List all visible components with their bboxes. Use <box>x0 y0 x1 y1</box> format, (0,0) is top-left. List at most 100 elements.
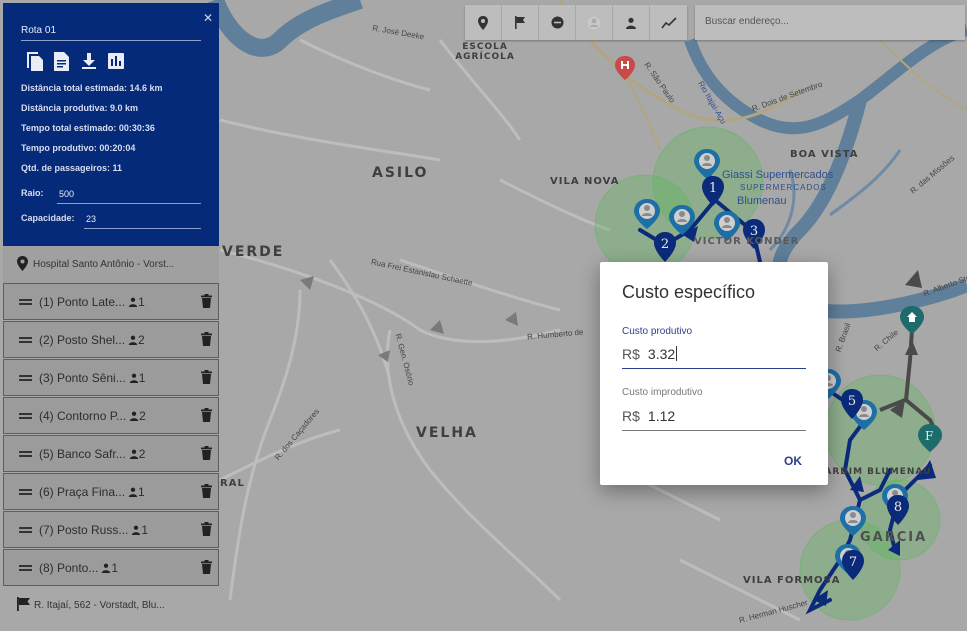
stop-item[interactable]: (8) Ponto... 1 <box>3 549 219 586</box>
passenger-count: 2 <box>128 333 145 347</box>
map-pin-icon <box>17 255 28 274</box>
stop-item[interactable]: (3) Ponto Sêni... 1 <box>3 359 219 396</box>
passenger-count: 2 <box>129 409 146 423</box>
route-stop-marker[interactable]: 7 <box>841 550 865 580</box>
drag-handle-icon[interactable] <box>19 487 32 497</box>
passenger-count-value: 1 <box>141 522 149 537</box>
drag-handle-icon[interactable] <box>19 297 32 307</box>
capacidade-input[interactable]: 23 <box>84 214 201 229</box>
ok-button[interactable]: OK <box>784 454 802 468</box>
currency-label: R$ <box>622 408 640 424</box>
stat-passenger-count: Qtd. de passageiros: 11 <box>21 163 123 173</box>
person-icon <box>130 411 139 421</box>
productive-cost-label: Custo produtivo <box>622 326 693 337</box>
passenger-count-value: 2 <box>138 446 146 461</box>
stop-label: (7) Posto Russ... <box>39 522 129 537</box>
drag-handle-icon[interactable] <box>19 373 32 383</box>
place-label: VERDE <box>222 244 285 260</box>
flag-icon <box>17 597 30 614</box>
route-stop-number: 7 <box>848 555 858 570</box>
productive-cost-input[interactable]: R$ 3.32 <box>622 346 806 369</box>
raio-label: Raio: <box>21 188 44 198</box>
address-search-input[interactable]: Buscar endereço... <box>695 5 965 40</box>
trend-line-icon[interactable] <box>650 5 687 40</box>
map-toolbar <box>465 5 687 40</box>
trash-icon[interactable] <box>201 370 212 387</box>
trash-icon[interactable] <box>201 522 212 539</box>
drag-handle-icon[interactable] <box>19 449 32 459</box>
stop-item[interactable]: (4) Contorno P... 2 <box>3 397 219 434</box>
finish-marker-label: F <box>925 429 934 443</box>
stop-item[interactable]: (1) Ponto Late... 1 <box>3 283 219 320</box>
unproductive-cost-value: 1.12 <box>647 408 676 424</box>
place-label: VICTOR KONDER <box>694 236 800 247</box>
route-stop-marker[interactable]: 2 <box>653 232 677 262</box>
destination-item[interactable]: R. Itajaí, 562 - Vorstadt, Blu... <box>3 587 219 624</box>
route-name-input[interactable]: Rota 01 <box>21 25 201 41</box>
passenger-count: 1 <box>101 561 118 575</box>
stop-item[interactable]: (7) Posto Russ... 1 <box>3 511 219 548</box>
panel-actions <box>25 51 125 71</box>
unproductive-cost-label: Custo improdutivo <box>622 387 703 398</box>
route-stop-number: 5 <box>847 394 857 409</box>
trash-icon[interactable] <box>201 484 212 501</box>
close-icon[interactable]: ✕ <box>203 11 213 25</box>
bar-chart-icon[interactable] <box>106 51 125 71</box>
raio-input[interactable]: 500 <box>57 189 201 204</box>
document-icon[interactable] <box>52 51 71 71</box>
trash-icon[interactable] <box>201 446 212 463</box>
person-icon <box>102 563 111 573</box>
route-stop-marker[interactable]: 5 <box>840 389 864 419</box>
dialog-title: Custo específico <box>622 282 756 302</box>
download-icon[interactable] <box>79 51 98 71</box>
unproductive-cost-input[interactable]: R$ 1.12 <box>622 408 806 431</box>
stop-label: (8) Ponto... <box>39 560 99 575</box>
drag-handle-icon[interactable] <box>19 411 32 421</box>
route-stop-number: 1 <box>708 181 718 196</box>
origin-label: Hospital Santo Antônio - Vorst... <box>33 259 175 270</box>
drag-handle-icon[interactable] <box>19 563 32 573</box>
drag-handle-icon[interactable] <box>19 335 32 345</box>
person-icon <box>128 297 138 307</box>
passenger-count-value: 1 <box>138 370 146 385</box>
route-panel: ✕ Rota 01 Distância total estimada: 14.6… <box>3 3 219 246</box>
trash-icon[interactable] <box>201 294 212 311</box>
person-icon <box>129 449 138 459</box>
minus-circle-icon[interactable] <box>539 5 576 40</box>
passenger-count: 1 <box>128 295 145 309</box>
stat-productive-time: Tempo produtivo: 00:20:04 <box>21 143 136 153</box>
trash-icon[interactable] <box>201 408 212 425</box>
passenger-count: 2 <box>129 446 146 461</box>
text-cursor <box>676 346 678 361</box>
custom-cost-dialog: Custo específico Custo produtivo R$ 3.32… <box>600 262 828 485</box>
stat-total-time: Tempo total estimado: 00:30:36 <box>21 123 155 133</box>
drag-handle-icon[interactable] <box>19 525 32 535</box>
stop-item[interactable]: (2) Posto Shel... 2 <box>3 321 219 358</box>
currency-label: R$ <box>622 346 640 362</box>
stop-label: (1) Ponto Late... <box>39 294 126 309</box>
stop-item[interactable]: (6) Praça Fina... 1 <box>3 473 219 510</box>
origin-item[interactable]: Hospital Santo Antônio - Vorst... <box>3 246 219 283</box>
stat-total-distance: Distância total estimada: 14.6 km <box>21 83 163 93</box>
place-label: JARDIM BLUMENAU <box>820 467 932 477</box>
route-stop-marker[interactable]: 8 <box>886 495 910 525</box>
passenger-count-value: 2 <box>138 332 145 347</box>
user-circle-icon[interactable] <box>576 5 613 40</box>
place-label: ASILO <box>372 165 429 181</box>
copy-icon[interactable] <box>25 51 44 71</box>
stop-label: (5) Banco Safr... <box>39 446 126 461</box>
map-pin-icon[interactable] <box>465 5 502 40</box>
person-icon <box>129 373 138 383</box>
stop-item[interactable]: (5) Banco Safr... 2 <box>3 435 219 472</box>
place-label: GARCIA <box>860 530 928 545</box>
flag-icon[interactable] <box>502 5 539 40</box>
place-label: RAL <box>220 478 245 489</box>
person-icon <box>128 487 138 497</box>
person-icon <box>132 525 141 535</box>
trash-icon[interactable] <box>201 332 212 349</box>
poi-label: Giassi Supermercados <box>722 169 834 181</box>
place-label: ESCOLA AGRÍCOLA <box>455 42 515 62</box>
person-icon[interactable] <box>613 5 650 40</box>
passenger-count-value: 1 <box>138 294 145 309</box>
trash-icon[interactable] <box>201 560 212 577</box>
